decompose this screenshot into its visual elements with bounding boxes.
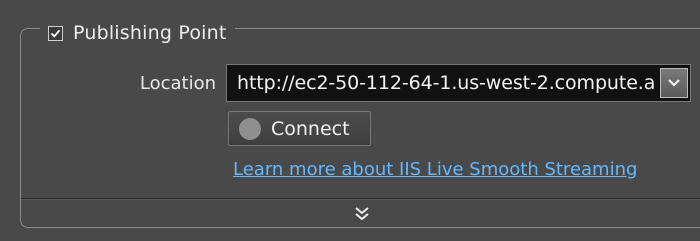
location-input[interactable]: http://ec2-50-112-64-1.us-west-2.compute… (237, 72, 655, 94)
publishing-point-header: Publishing Point (40, 18, 235, 48)
location-combobox[interactable]: http://ec2-50-112-64-1.us-west-2.compute… (226, 64, 691, 102)
publishing-point-checkbox[interactable] (48, 25, 63, 41)
location-dropdown-button[interactable] (660, 68, 688, 98)
location-label: Location (139, 73, 216, 94)
check-icon (50, 29, 61, 38)
double-chevron-down-icon (355, 207, 369, 221)
status-dot-icon (239, 117, 261, 140)
connect-label: Connect (271, 117, 350, 140)
learn-more-link[interactable]: Learn more about IIS Live Smooth Streami… (233, 159, 637, 180)
chevron-down-icon (668, 79, 680, 87)
section-divider (21, 198, 700, 199)
expand-section-button[interactable] (351, 205, 373, 223)
publishing-point-title: Publishing Point (73, 22, 227, 44)
connect-button[interactable]: Connect (228, 111, 371, 146)
